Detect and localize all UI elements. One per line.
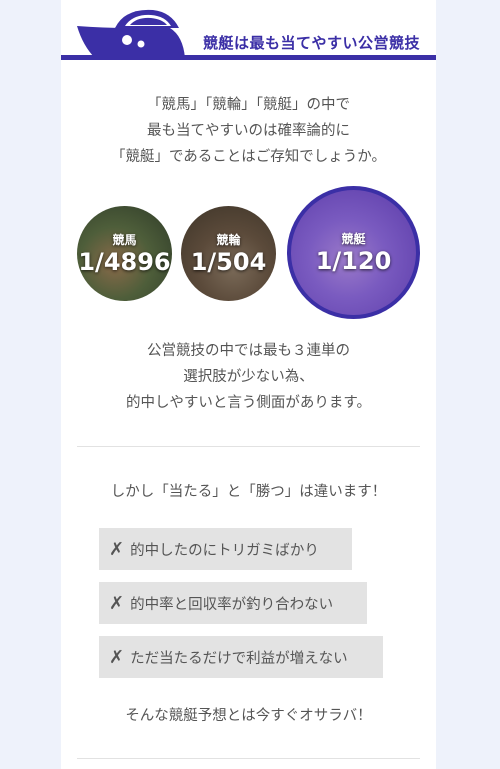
description-text: 公営競技の中では最も３連単の 選択肢が少ない為、 的中しやすいと言う側面がありま… (61, 338, 436, 416)
cross-icon: ✗ (109, 538, 125, 560)
lead-text: しかし「当たる」と「勝つ」は違います！ (110, 484, 387, 500)
description-line: 公営競技の中では最も３連単の (147, 343, 350, 359)
odds-value: 1/120 (315, 247, 392, 275)
section-divider (77, 758, 420, 759)
odds-value: 1/4896 (78, 248, 171, 276)
cross-icon: ✗ (109, 646, 125, 668)
odds-label: 競馬 (112, 233, 137, 247)
problem-item: ✗ 的中率と回収率が釣り合わない (99, 582, 367, 624)
outro-text: そんな競艇予想とは今すぐオサラバ！ (125, 708, 372, 724)
problem-item: ✗ 的中したのにトリガミばかり (99, 528, 352, 570)
description-line: 選択肢が少ない為、 (183, 369, 314, 385)
odds-label: 競輪 (216, 233, 241, 247)
content-panel: 競艇は最も当てやすい公営競技 「競馬」「競輪」「競艇」の中で 最も当てやすいのは… (61, 0, 436, 769)
description-line: 的中しやすいと言う側面があります。 (126, 395, 371, 411)
cross-icon: ✗ (109, 592, 125, 614)
problem-text: ただ当たるだけで利益が増えない (130, 650, 348, 667)
odds-comparison: 競馬 1/4896 競輪 1/504 競艇 1/120 (61, 0, 436, 330)
keiba-odds-circle: 競馬 1/4896 (77, 206, 172, 301)
odds-value: 1/504 (190, 248, 267, 276)
kyotei-odds-circle: 競艇 1/120 (287, 186, 420, 319)
problem-item: ✗ ただ当たるだけで利益が増えない (99, 636, 383, 678)
keirin-odds-circle: 競輪 1/504 (181, 206, 276, 301)
section-divider (77, 446, 420, 447)
problem-text: 的中したのにトリガミばかり (130, 542, 319, 559)
odds-label: 競艇 (341, 232, 366, 246)
problem-text: 的中率と回収率が釣り合わない (130, 596, 334, 613)
